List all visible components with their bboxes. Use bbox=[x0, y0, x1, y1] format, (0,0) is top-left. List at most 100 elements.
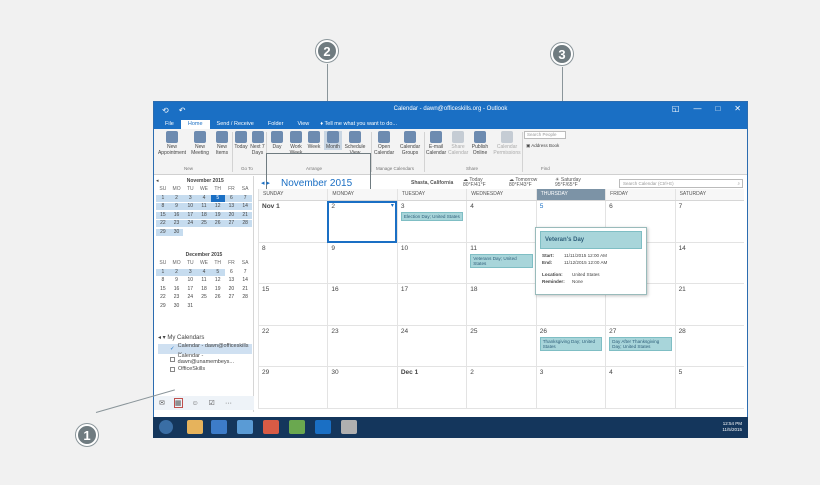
calendar-checkbox[interactable] bbox=[170, 366, 175, 372]
calendar-checkbox[interactable] bbox=[170, 356, 175, 362]
mini-day[interactable]: 25 bbox=[197, 294, 211, 301]
mini-day[interactable]: 26 bbox=[211, 294, 225, 301]
day-cell[interactable]: 2 bbox=[466, 367, 536, 409]
mini-day[interactable]: 13 bbox=[225, 277, 239, 284]
mini-day[interactable]: 14 bbox=[238, 277, 252, 284]
new-items-button[interactable]: New Items bbox=[212, 131, 232, 156]
mini-day[interactable]: 1 bbox=[156, 268, 170, 276]
mini-day[interactable]: 28 bbox=[238, 220, 252, 227]
mini-day[interactable]: 30 bbox=[170, 303, 184, 310]
mini-day[interactable]: 8 bbox=[156, 277, 170, 284]
day-view-button[interactable]: Day bbox=[269, 131, 285, 150]
day-cell[interactable]: 2 ▾ bbox=[327, 201, 397, 243]
mini-day[interactable]: 12 bbox=[210, 203, 225, 210]
publish-online-button[interactable]: Publish Online bbox=[469, 131, 491, 156]
mini-day[interactable]: 5 bbox=[210, 268, 225, 276]
mini-day[interactable]: 26 bbox=[210, 220, 225, 227]
mini-day[interactable]: 24 bbox=[183, 220, 198, 227]
day-cell[interactable]: Nov 1 bbox=[258, 201, 328, 243]
taskbar-outlook[interactable] bbox=[315, 420, 331, 434]
mini-day[interactable]: 22 bbox=[156, 294, 170, 301]
start-button[interactable] bbox=[159, 420, 173, 434]
mini-day[interactable]: 6 bbox=[224, 194, 239, 202]
calendar-event[interactable]: Thanksgiving Day; United States bbox=[539, 336, 603, 351]
day-cell[interactable]: 29 bbox=[258, 367, 328, 409]
mini-day[interactable]: 7 bbox=[238, 194, 252, 202]
mini-day[interactable]: 5 bbox=[210, 194, 225, 202]
day-cell[interactable]: 22 bbox=[258, 325, 328, 368]
mini-day[interactable]: 18 bbox=[197, 286, 211, 293]
mini-day[interactable]: 7 bbox=[238, 269, 252, 276]
mini-day[interactable]: 11 bbox=[197, 203, 211, 210]
calendar-event[interactable]: Veterans Day; United States bbox=[470, 253, 533, 268]
weather-location[interactable]: Shasta, California bbox=[411, 180, 463, 186]
next-icon[interactable]: ▸ bbox=[266, 180, 270, 187]
mini-day[interactable]: 1 bbox=[156, 194, 170, 202]
day-cell[interactable]: 28 bbox=[674, 325, 744, 368]
popup-title[interactable]: Veteran's Day bbox=[540, 231, 642, 249]
calendar-event[interactable]: Day After Thanksgiving Day; United State… bbox=[609, 336, 672, 351]
calendar-search-input[interactable]: Search Calendar (Ctrl+E) ⌕ bbox=[619, 178, 743, 188]
prev-icon[interactable]: ◂ bbox=[261, 180, 265, 187]
calendar-icon[interactable]: ▦ bbox=[173, 398, 183, 408]
day-cell[interactable]: 27 Day After Thanksgiving Day; United Sta… bbox=[605, 325, 675, 368]
new-item-dropdown-icon[interactable]: ▾ bbox=[391, 202, 394, 209]
mini-day[interactable]: 9 bbox=[170, 277, 184, 284]
day-cell[interactable]: 3 Election Day; United States bbox=[396, 201, 467, 243]
day-cell[interactable]: 24 bbox=[396, 325, 467, 368]
mini-day[interactable]: 31 bbox=[183, 303, 197, 310]
mini-day[interactable]: 18 bbox=[197, 211, 211, 219]
tab-folder[interactable]: Folder bbox=[261, 120, 291, 129]
week-view-button[interactable]: Week bbox=[306, 131, 322, 150]
mini-day[interactable]: 17 bbox=[183, 286, 197, 293]
mini-day[interactable]: 3 bbox=[183, 268, 198, 276]
day-cell[interactable]: Dec 1 bbox=[396, 367, 467, 409]
day-cell[interactable]: 18 bbox=[466, 284, 536, 326]
address-book-button[interactable]: ▣ Address Book bbox=[526, 143, 559, 149]
more-icon[interactable]: ··· bbox=[225, 400, 232, 407]
mini-day[interactable]: 9 bbox=[169, 203, 184, 210]
mini-day[interactable]: 20 bbox=[224, 211, 239, 219]
mini-day[interactable]: 16 bbox=[170, 286, 184, 293]
mini-day[interactable]: 29 bbox=[156, 228, 170, 236]
open-calendar-button[interactable]: Open Calendar bbox=[373, 131, 395, 156]
mini-day[interactable]: 21 bbox=[238, 286, 252, 293]
mini-day[interactable]: 12 bbox=[211, 277, 225, 284]
taskbar-app-2[interactable] bbox=[211, 420, 227, 434]
next-7-days-button[interactable]: Next 7 Days bbox=[250, 131, 265, 156]
day-cell[interactable]: 14 bbox=[674, 242, 744, 285]
taskbar-app-7[interactable] bbox=[341, 420, 357, 434]
mini-day[interactable]: 3 bbox=[183, 194, 198, 202]
mini-day[interactable]: 23 bbox=[169, 220, 184, 227]
mini-day[interactable]: 17 bbox=[183, 211, 198, 219]
tab-view[interactable]: View bbox=[290, 120, 316, 129]
day-cell[interactable]: 25 bbox=[466, 325, 536, 368]
tab-home[interactable]: Home bbox=[180, 120, 210, 129]
day-cell[interactable]: 8 bbox=[258, 242, 328, 285]
day-cell[interactable]: 5 bbox=[674, 367, 744, 409]
day-cell[interactable]: 15 bbox=[258, 284, 328, 326]
mini-day[interactable]: 16 bbox=[169, 211, 184, 219]
mini-day[interactable]: 4 bbox=[197, 194, 211, 202]
mini-day[interactable]: 6 bbox=[225, 269, 239, 276]
mini-day[interactable]: 14 bbox=[238, 203, 252, 210]
new-meeting-button[interactable]: New Meeting bbox=[188, 131, 212, 156]
day-cell[interactable]: 4 bbox=[605, 367, 675, 409]
mini-day[interactable]: 21 bbox=[238, 211, 252, 219]
mail-icon[interactable]: ✉ bbox=[159, 399, 165, 407]
taskbar-app-1[interactable] bbox=[187, 420, 203, 434]
mini-day[interactable]: 27 bbox=[225, 294, 239, 301]
mini-day[interactable]: 22 bbox=[156, 220, 170, 227]
mini-day[interactable]: 19 bbox=[210, 211, 225, 219]
calendar-list-item[interactable]: OfficeSkills bbox=[158, 364, 252, 374]
mini-day[interactable]: 11 bbox=[197, 277, 211, 284]
day-cell[interactable]: 4 bbox=[466, 201, 536, 243]
mini-day[interactable]: 10 bbox=[183, 203, 198, 210]
ribbon-display-icon[interactable]: ◱ bbox=[672, 104, 680, 113]
taskbar-app-5[interactable] bbox=[289, 420, 305, 434]
mini-day[interactable]: 24 bbox=[183, 294, 197, 301]
people-icon[interactable]: ☺ bbox=[192, 400, 199, 407]
mini-day[interactable]: 15 bbox=[156, 211, 170, 219]
taskbar-app-3[interactable] bbox=[237, 420, 253, 434]
new-appointment-button[interactable]: New Appointment bbox=[157, 131, 187, 156]
